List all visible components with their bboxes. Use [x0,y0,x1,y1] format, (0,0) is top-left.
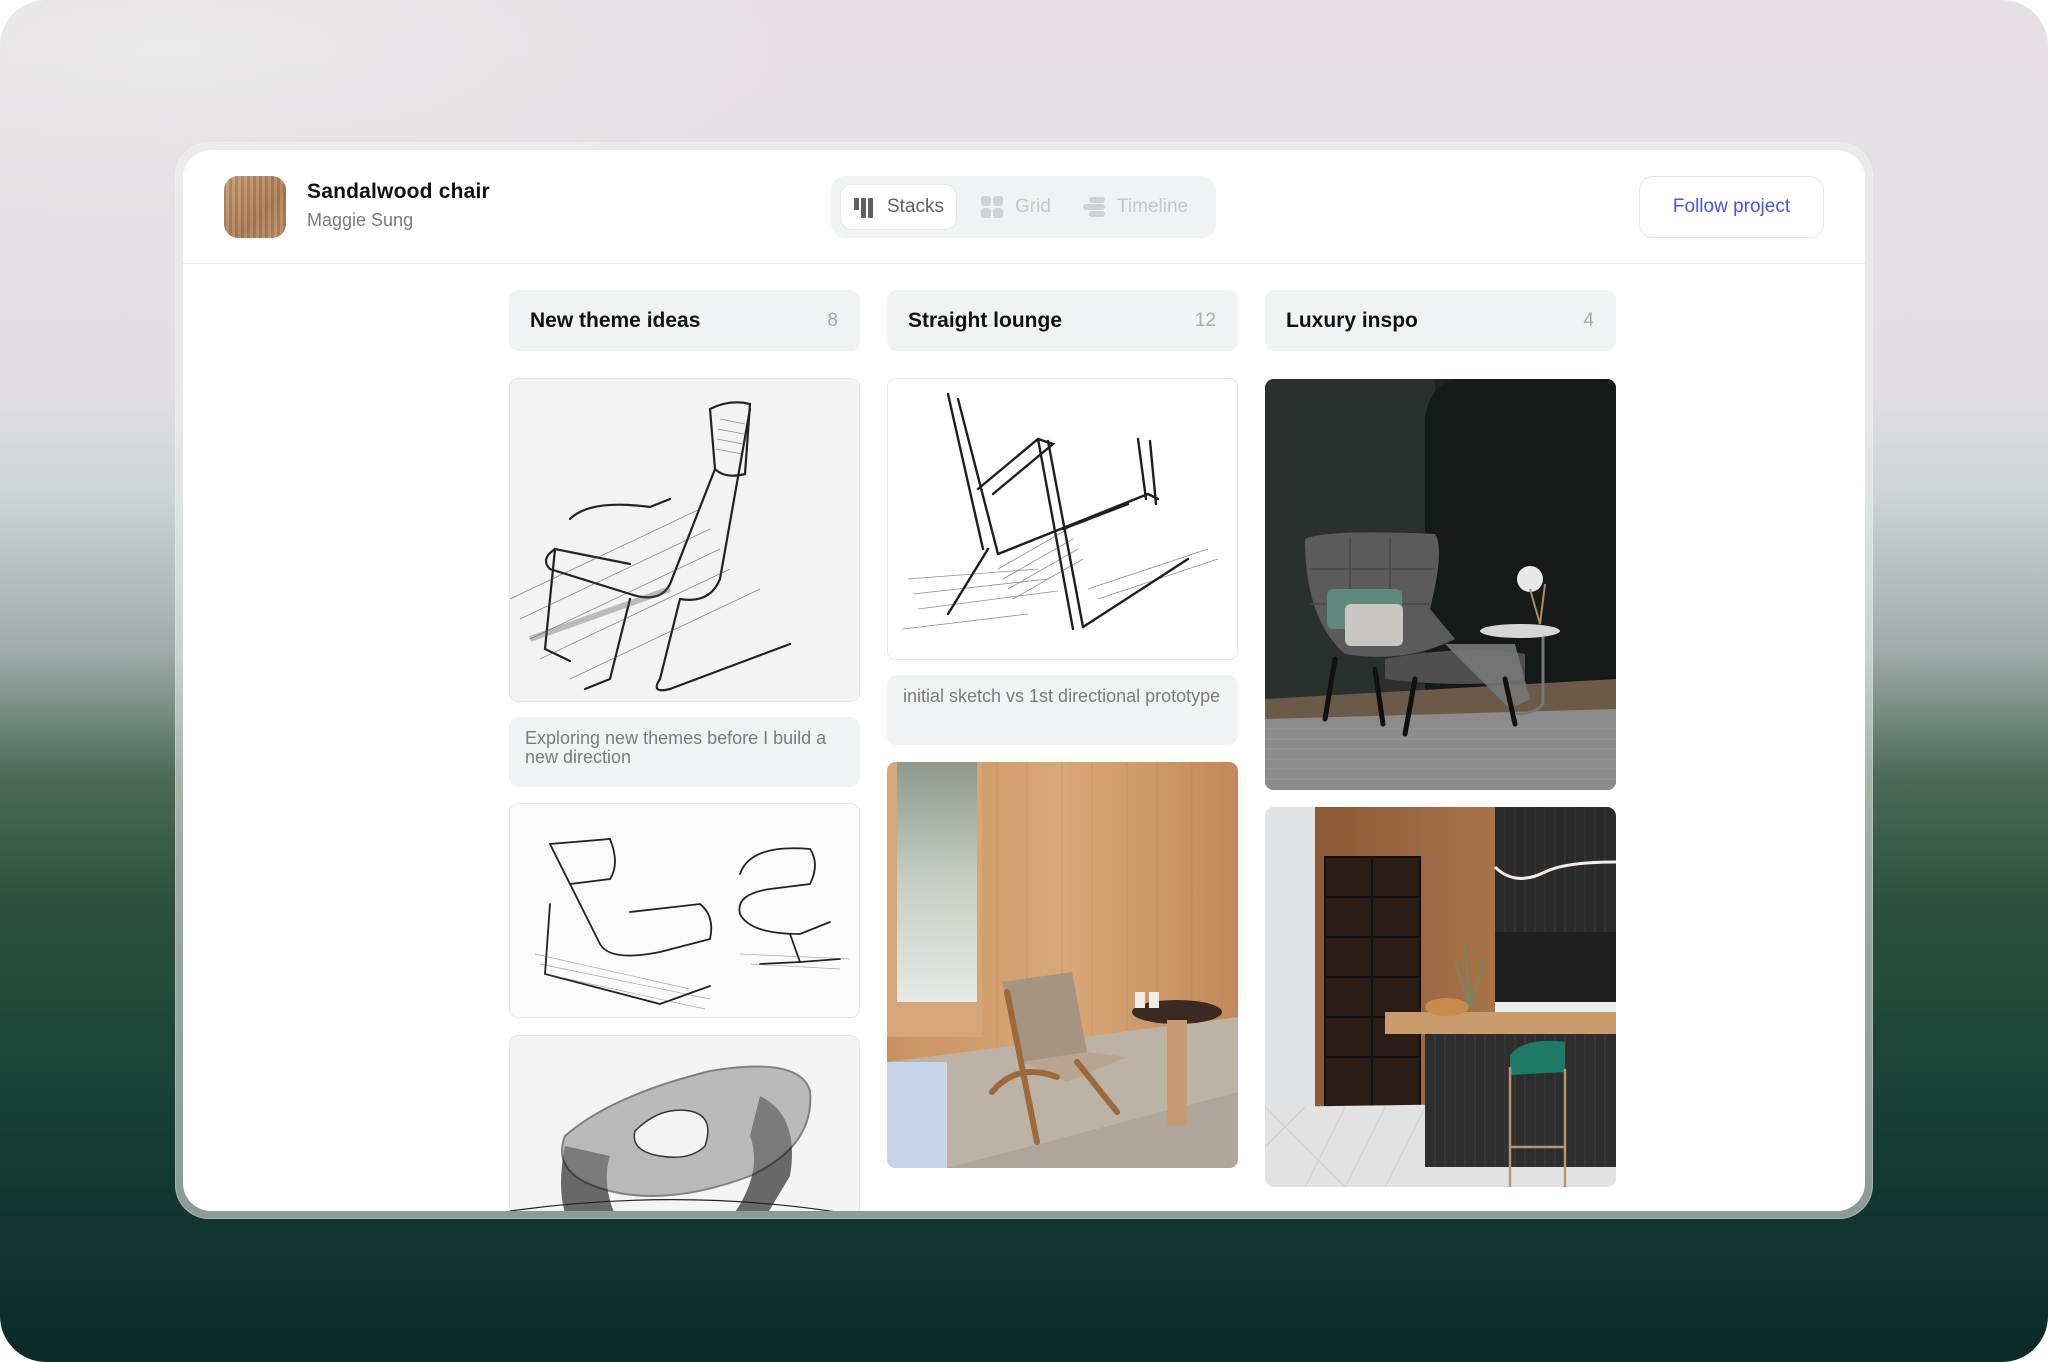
photo-wingback-chair-image [1265,379,1616,790]
stack-title: Straight lounge [908,309,1062,332]
project-title: Sandalwood chair [307,180,490,203]
timeline-icon [1083,196,1107,218]
stack-count: 4 [1583,310,1594,331]
stack-image-card[interactable] [887,762,1238,1168]
sketch-bowl-chair-image [510,1036,859,1211]
stack-count: 8 [827,310,838,331]
stack-image-card[interactable] [887,378,1238,660]
stack-image-card[interactable] [509,1035,860,1211]
photo-kitchen-bar-stool-image [1265,807,1616,1187]
stack-title: Luxury inspo [1286,309,1418,332]
stack-count: 12 [1194,310,1216,331]
sketch-angular-chair-image [888,379,1237,659]
project-window: Sandalwood chair Maggie Sung Stacks Grid [183,150,1865,1211]
stack-caption[interactable]: Exploring new themes before I build a ne… [509,717,860,787]
view-toggle: Stacks Grid Timeline [831,176,1216,238]
project-thumbnail[interactable] [224,176,286,238]
view-grid-label: Grid [1015,196,1051,217]
stack-column: Straight lounge 12 initial sketch vs 1st… [887,290,1238,1168]
stack-caption[interactable]: initial sketch vs 1st directional protot… [887,675,1238,745]
follow-project-button[interactable]: Follow project [1639,176,1824,238]
grid-icon [981,196,1005,218]
stacks-icon [853,196,877,218]
stack-header[interactable]: Luxury inspo 4 [1265,290,1616,351]
stack-image-card[interactable] [509,803,860,1018]
stack-image-card[interactable] [1265,807,1616,1187]
view-timeline-button[interactable]: Timeline [1071,184,1211,230]
stack-column: New theme ideas 8 Exploring new themes b… [509,290,860,1211]
project-owner[interactable]: Maggie Sung [307,210,413,231]
view-stacks-button[interactable]: Stacks [840,184,957,230]
stack-header[interactable]: New theme ideas 8 [509,290,860,351]
stack-title: New theme ideas [530,309,701,332]
project-header: Sandalwood chair Maggie Sung Stacks Grid [183,150,1865,264]
view-timeline-label: Timeline [1117,196,1189,217]
stack-image-card[interactable] [509,378,860,702]
view-stacks-label: Stacks [886,196,944,217]
stack-header[interactable]: Straight lounge 12 [887,290,1238,351]
stack-image-card[interactable] [1265,379,1616,790]
view-grid-button[interactable]: Grid [969,184,1069,230]
sketch-lounge-chair-image [510,379,859,701]
photo-woven-folding-chair-image [887,762,1238,1168]
stack-column: Luxury inspo 4 [1265,290,1616,1187]
sketch-two-lounge-chairs-image [510,804,859,1017]
